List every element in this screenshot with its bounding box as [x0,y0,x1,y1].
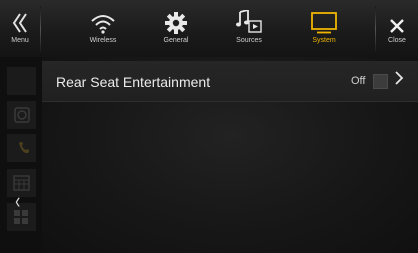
music-note-icon [236,0,262,34]
menu-button[interactable]: Menu [0,0,40,57]
wifi-icon [90,0,116,34]
close-icon [389,0,405,34]
tab-general[interactable]: General [147,0,205,57]
rail-apps[interactable] [7,203,36,231]
settings-panel: Rear Seat Entertainment Off [42,57,418,253]
setting-toggle-indicator[interactable] [373,74,388,89]
setting-value: Off [351,75,366,87]
rail-phone[interactable] [7,134,36,162]
monitor-icon [311,0,337,34]
rail-camera[interactable] [7,101,36,129]
gear-icon [165,0,187,34]
setting-row-rear-seat-entertainment[interactable]: Rear Seat Entertainment Off [42,61,418,102]
tab-wireless[interactable]: Wireless [74,0,132,57]
top-navigation-bar: Menu Wireless General Sources System Clo… [0,0,418,58]
apps-grid-icon [14,210,29,230]
tab-sources[interactable]: Sources [220,0,278,57]
chevron-right-icon[interactable] [394,70,404,91]
close-label: Close [388,37,406,44]
rail-calendar[interactable] [7,169,36,197]
rail-slot-empty [7,67,36,95]
tab-system-label: System [312,37,336,44]
double-chevron-left-icon [10,0,30,34]
tab-sources-label: Sources [236,37,262,44]
rail-collapse-chevron-icon[interactable]: ‹ [15,190,20,212]
bluetooth-phone-icon [17,140,31,161]
tab-general-label: General [163,37,189,44]
tab-system[interactable]: System [295,0,353,57]
tab-wireless-label: Wireless [89,37,117,44]
camera-icon [14,107,30,128]
close-button[interactable]: Close [376,0,418,57]
shortcut-rail: ‹ [0,57,42,253]
menu-label: Menu [11,37,29,44]
setting-title: Rear Seat Entertainment [56,74,211,90]
